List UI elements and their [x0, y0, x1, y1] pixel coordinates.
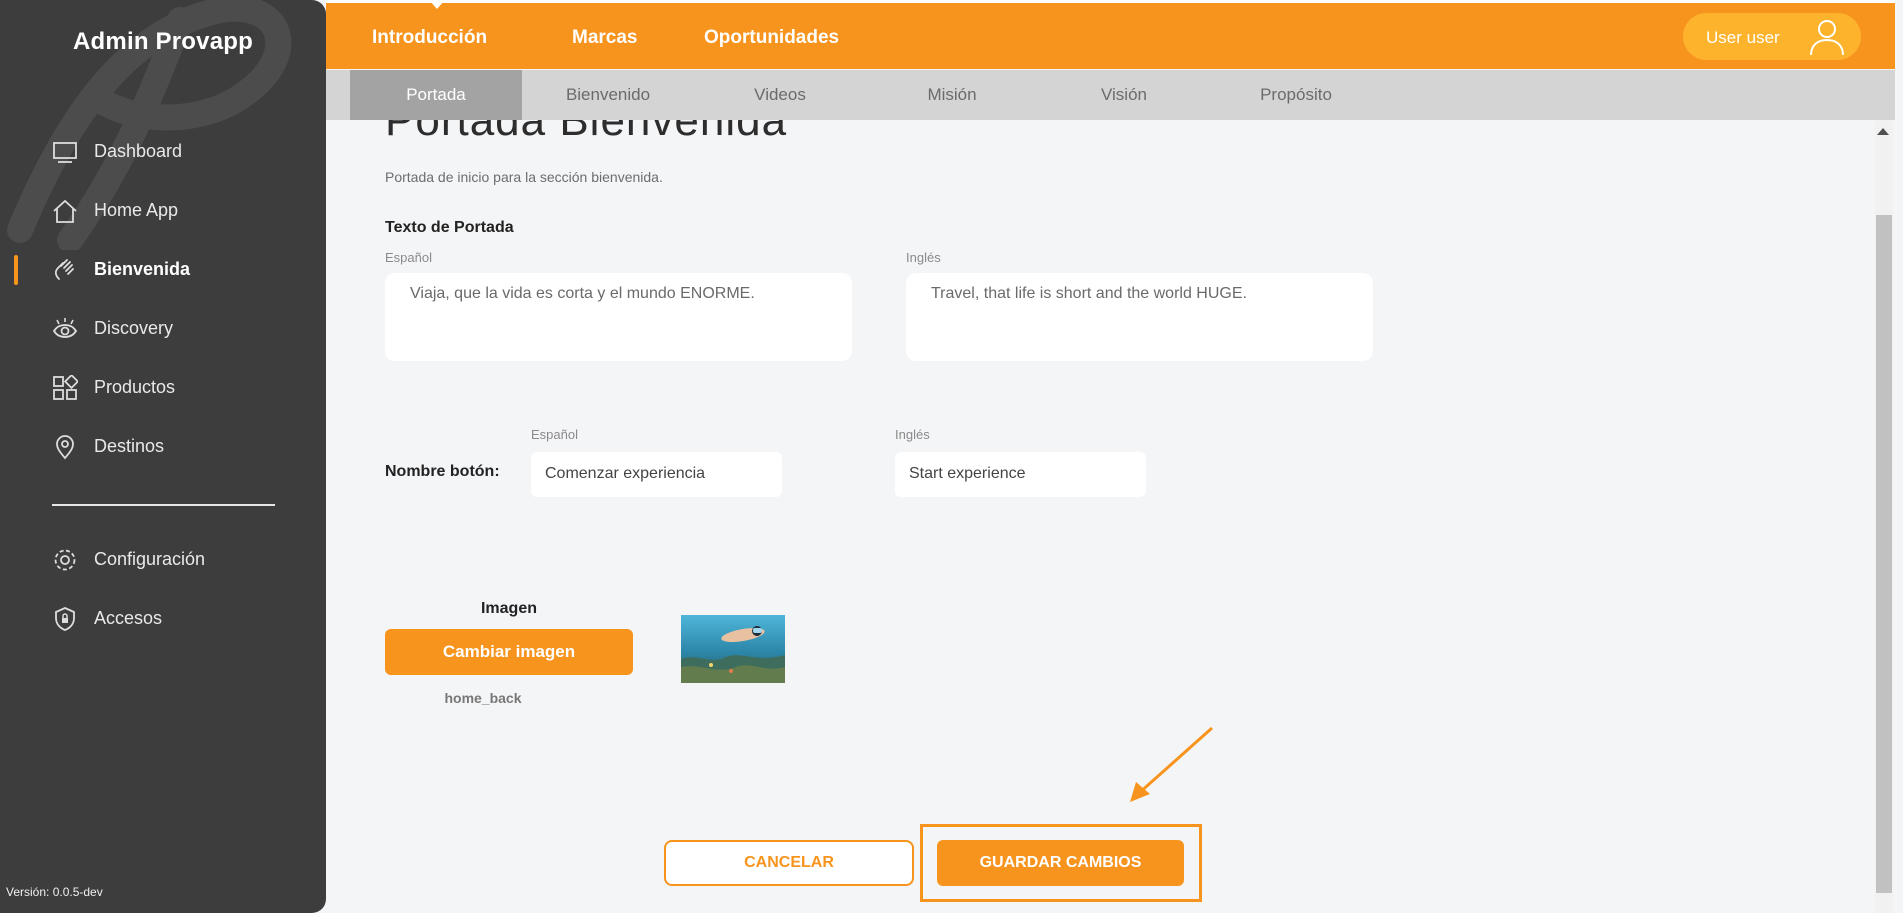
sub-tabs-bar: Portada Bienvenido Videos Misión Visión … — [326, 70, 1895, 120]
grid-icon — [53, 375, 78, 400]
button-name-en-input[interactable]: Start experience — [895, 452, 1146, 497]
annotation-arrow-icon — [1130, 726, 1213, 802]
sidebar-divider — [52, 504, 275, 506]
sidebar-item-dashboard[interactable]: Dashboard — [0, 131, 326, 171]
sidebar-item-label: Destinos — [94, 436, 165, 456]
waving-hand-icon — [54, 259, 74, 280]
top-navbar: Introducción Marcas Oportunidades User u… — [326, 0, 1895, 69]
tab-label: Introducción — [372, 27, 488, 48]
sidebar-item-label: Dashboard — [94, 141, 183, 161]
tab-marcas[interactable]: Marcas — [572, 27, 638, 49]
sidebar-item-bienvenida[interactable]: Bienvenida — [0, 249, 326, 289]
subtab-vision[interactable]: Visión — [1038, 70, 1210, 120]
active-indicator — [14, 255, 18, 285]
version-label: Versión: 0.0.5-dev — [6, 885, 103, 899]
home-icon — [53, 199, 77, 223]
sidebar-item-label: Bienvenida — [94, 259, 191, 279]
map-pin-icon — [56, 435, 74, 460]
tab-oportunidades[interactable]: Oportunidades — [704, 27, 839, 49]
user-avatar-icon — [1810, 20, 1844, 56]
sidebar-item-discovery[interactable]: Discovery — [0, 308, 326, 348]
image-filename: home_back — [444, 690, 522, 706]
sidebar-item-label: Home App — [94, 200, 179, 220]
button-name-es-label: Español — [531, 427, 578, 442]
sidebar-item-accesos[interactable]: Accesos — [0, 598, 326, 638]
user-menu-button[interactable]: User user — [1683, 13, 1861, 60]
sidebar-item-productos[interactable]: Productos — [0, 367, 326, 407]
cancel-button[interactable]: CANCELAR — [664, 840, 914, 886]
sidebar-item-label: Configuración — [94, 549, 206, 569]
sidebar-item-label: Accesos — [94, 608, 163, 628]
shield-lock-icon — [55, 607, 75, 631]
save-changes-button[interactable]: GUARDAR CAMBIOS — [937, 840, 1184, 886]
tab-introduccion[interactable]: Introducción — [372, 0, 488, 49]
gear-icon — [54, 549, 76, 571]
sidebar-item-configuracion[interactable]: Configuración — [0, 539, 326, 579]
sidebar-item-home-app[interactable]: Home App — [0, 190, 326, 230]
subtab-proposito[interactable]: Propósito — [1210, 70, 1382, 120]
monitor-icon — [53, 142, 77, 163]
button-name-label: Nombre botón: — [385, 463, 500, 480]
subtab-portada[interactable]: Portada — [350, 70, 522, 120]
cover-text-es-textarea[interactable]: Viaja, que la vida es corta y el mundo E… — [385, 273, 852, 361]
sidebar-item-label: Discovery — [94, 318, 174, 338]
sidebar: Admin Provapp Dashboard Home App Bienven… — [0, 0, 326, 913]
subtab-mision[interactable]: Misión — [866, 70, 1038, 120]
content-viewport: Portada Bienvenida — [326, 120, 1875, 913]
active-tab-caret-icon — [429, 0, 445, 9]
app-brand-title: Admin Provapp — [73, 28, 253, 55]
change-image-button[interactable]: Cambiar imagen — [385, 629, 633, 675]
tab-label: Marcas — [572, 27, 638, 48]
image-section-title: Imagen — [480, 600, 537, 617]
button-name-es-input[interactable]: Comenzar experiencia — [531, 452, 782, 497]
cover-text-es-label: Español — [385, 250, 432, 265]
cover-text-en-label: Inglés — [906, 250, 941, 265]
button-name-en-label: Inglés — [895, 427, 930, 442]
eye-icon — [52, 318, 78, 338]
subtab-bienvenido[interactable]: Bienvenido — [522, 70, 694, 120]
user-name: User user — [1706, 28, 1780, 47]
scrollbar-thumb[interactable] — [1876, 215, 1892, 893]
cover-text-en-textarea[interactable]: Travel, that life is short and the world… — [906, 273, 1373, 361]
cover-image-thumbnail[interactable] — [681, 615, 785, 683]
scroll-up-arrow-icon[interactable] — [1877, 128, 1889, 135]
subtab-videos[interactable]: Videos — [694, 70, 866, 120]
cover-text-section-title: Texto de Portada — [385, 219, 514, 236]
page-description: Portada de inicio para la sección bienve… — [385, 169, 663, 185]
sidebar-item-destinos[interactable]: Destinos — [0, 426, 326, 466]
tab-label: Oportunidades — [704, 27, 840, 48]
sidebar-item-label: Productos — [94, 377, 176, 397]
page-title: Portada Bienvenida — [385, 120, 788, 145]
